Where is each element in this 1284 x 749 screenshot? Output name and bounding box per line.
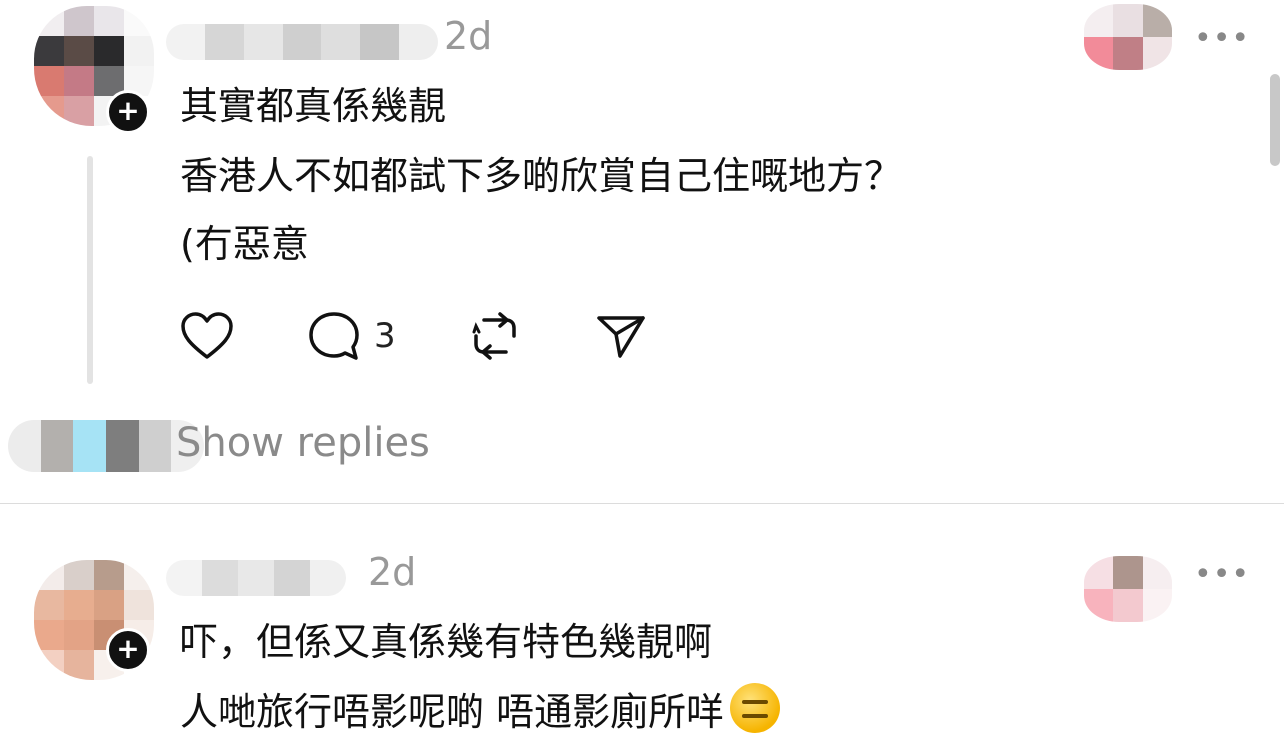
divider [0, 503, 1284, 504]
timestamp: 2d [444, 14, 493, 58]
scrollbar[interactable] [1270, 74, 1280, 166]
follow-plus-icon[interactable]: + [106, 628, 150, 672]
share-button[interactable] [596, 312, 646, 360]
username-blurred[interactable] [166, 24, 438, 60]
more-options-icon[interactable]: ••• [1194, 24, 1250, 54]
follow-plus-icon[interactable]: + [106, 90, 150, 134]
timestamp: 2d [368, 550, 417, 594]
like-button[interactable] [180, 311, 234, 361]
heart-icon [181, 312, 233, 359]
comment-text-line: 人哋旅行唔影呢啲 唔通影廁所咩 [180, 678, 781, 746]
comment-text-line: 香港人不如都試下多啲欣賞自己住嘅地方？ [180, 154, 903, 198]
comment-text-content: 人哋旅行唔影呢啲 唔通影廁所咩 [180, 690, 725, 734]
reply-count: 3 [374, 316, 396, 356]
expressionless-face-emoji [730, 683, 781, 733]
comment-button[interactable]: 3 [308, 311, 396, 361]
more-options-icon[interactable]: ••• [1194, 560, 1250, 590]
comment-text-line: (冇惡意 [180, 222, 309, 266]
media-thumbnail[interactable] [1084, 4, 1172, 70]
repost-button[interactable] [470, 310, 520, 362]
comment-text-line: 其實都真係幾靚 [180, 84, 447, 128]
comment-bubble-icon [309, 312, 359, 360]
username-blurred[interactable] [166, 560, 346, 596]
reply-avatars-blurred[interactable] [8, 420, 204, 472]
media-thumbnail[interactable] [1084, 556, 1172, 622]
send-icon [597, 316, 645, 358]
thread-line [87, 156, 93, 384]
repost-icon [472, 312, 516, 360]
comment-text-line: 吓，但係又真係幾有特色幾靚啊 [180, 620, 713, 664]
show-replies-link[interactable]: Show replies [176, 420, 430, 466]
